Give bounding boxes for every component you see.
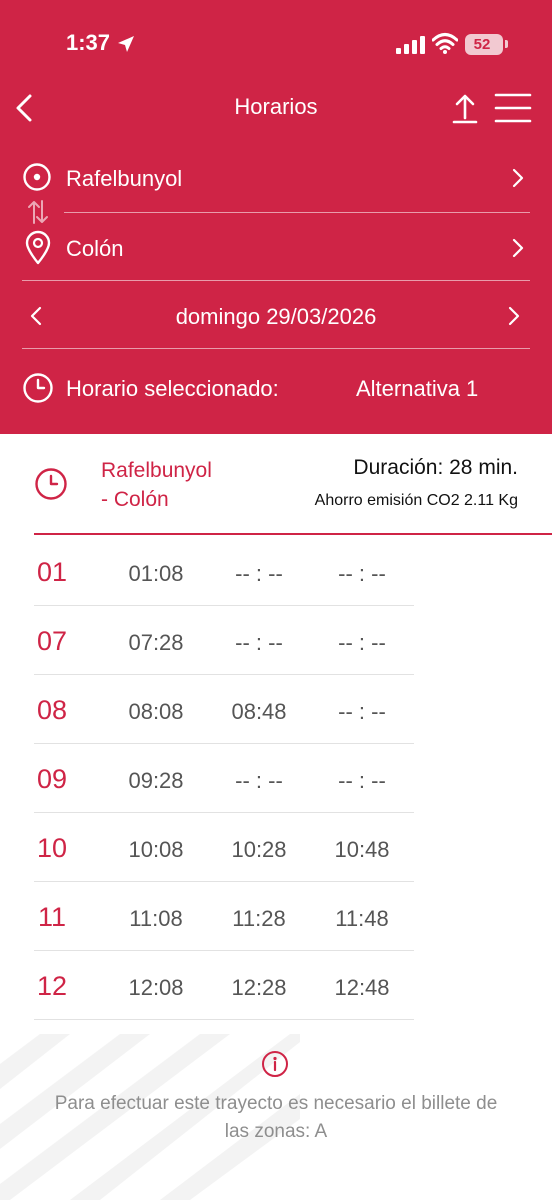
hamburger-menu-icon[interactable]	[494, 92, 532, 124]
departure-time[interactable]: 11:28	[209, 906, 309, 932]
trip-duration: Duración: 28 min.	[353, 456, 518, 479]
origin-row[interactable]: Rafelbunyol	[0, 156, 552, 200]
cellular-signal-icon	[396, 36, 425, 54]
zone-notice: Para efectuar este trayecto es necesario…	[54, 1093, 498, 1142]
hour-label: 10	[36, 833, 68, 863]
departure-time[interactable]: 08:08	[106, 699, 206, 725]
route-origin: Rafelbunyol	[101, 459, 212, 482]
departure-time[interactable]: 09:28	[106, 768, 206, 794]
route-name: Rafelbunyol - Colón	[101, 456, 212, 514]
chevron-right-icon	[512, 168, 524, 188]
departure-time[interactable]: 10:28	[209, 837, 309, 863]
departure-time[interactable]: 10:08	[106, 837, 206, 863]
info-icon	[262, 1051, 288, 1077]
departure-time: -- : --	[338, 561, 386, 586]
departure-time[interactable]: 12:48	[312, 975, 412, 1001]
departure-time: -- : --	[338, 768, 386, 793]
departure-time[interactable]: 12:28	[209, 975, 309, 1001]
departure-time[interactable]: 10:48	[312, 837, 412, 863]
route-destination: - Colón	[101, 488, 169, 511]
hour-label: 12	[36, 971, 68, 1001]
battery-level: 52	[473, 36, 491, 53]
selected-schedule-label: Horario seleccionado:	[66, 376, 279, 401]
back-button[interactable]	[8, 88, 42, 128]
swap-arrows-icon[interactable]	[26, 199, 50, 225]
clock-icon	[23, 373, 53, 403]
departure-time[interactable]: 08:48	[209, 699, 309, 725]
destination-row[interactable]: Colón	[0, 226, 552, 270]
battery-nub	[505, 40, 508, 48]
departure-time[interactable]: 01:08	[106, 561, 206, 587]
table-row: 10 10:08 10:28 10:48	[34, 813, 414, 882]
departure-time[interactable]: 12:08	[106, 975, 206, 1001]
destination-label: Colón	[66, 236, 124, 261]
page-title: Horarios	[234, 94, 318, 119]
date-selector: domingo 29/03/2026	[0, 294, 552, 338]
table-row: 01 01:08 -- : -- -- : --	[34, 537, 414, 606]
divider	[64, 212, 530, 213]
co2-savings: Ahorro emisión CO2 2.11 Kg	[314, 492, 518, 509]
hour-label: 11	[37, 902, 67, 932]
departure-time: -- : --	[235, 768, 283, 793]
schedule-area: Rafelbunyol - Colón Duración: 28 min. Ah…	[0, 434, 552, 1200]
chevron-right-icon	[512, 238, 524, 258]
date-label: domingo 29/03/2026	[175, 304, 377, 329]
departure-time: -- : --	[235, 630, 283, 655]
divider	[22, 348, 530, 349]
departure-time: -- : --	[338, 630, 386, 655]
status-bar: 1:37 52	[0, 0, 552, 88]
location-arrow-icon	[118, 36, 134, 52]
hour-label: 08	[36, 695, 68, 725]
departure-time[interactable]: 07:28	[106, 630, 206, 656]
table-row: 11 11:08 11:28 11:48	[34, 882, 414, 951]
location-pin-icon	[25, 230, 51, 265]
wifi-icon	[432, 33, 458, 54]
departure-time: -- : --	[338, 699, 386, 724]
hour-label: 01	[36, 557, 68, 587]
header-panel: 1:37 52 Horarios Rafelbunyol Colón domin…	[0, 0, 552, 434]
share-icon[interactable]	[450, 90, 480, 126]
departure-time[interactable]: 11:48	[312, 906, 412, 932]
battery-indicator: 52	[465, 34, 503, 55]
origin-target-icon	[23, 163, 51, 191]
hour-label: 07	[36, 626, 68, 656]
selected-schedule-value: Alternativa 1	[356, 376, 479, 401]
next-day-button[interactable]	[504, 304, 524, 328]
divider	[34, 533, 552, 535]
table-row: 09 09:28 -- : -- -- : --	[34, 744, 414, 813]
divider	[22, 280, 530, 281]
table-row: 08 08:08 08:48 -- : --	[34, 675, 414, 744]
hour-label: 09	[36, 764, 68, 794]
clock-icon	[35, 468, 67, 500]
table-row: 12 12:08 12:28 12:48	[34, 951, 414, 1020]
origin-label: Rafelbunyol	[66, 166, 183, 191]
status-time: 1:37	[66, 30, 111, 55]
departure-time: -- : --	[235, 561, 283, 586]
table-row: 07 07:28 -- : -- -- : --	[34, 606, 414, 675]
selected-schedule-row[interactable]: Horario seleccionado: Alternativa 1	[0, 366, 552, 410]
departure-time[interactable]: 11:08	[106, 906, 206, 932]
